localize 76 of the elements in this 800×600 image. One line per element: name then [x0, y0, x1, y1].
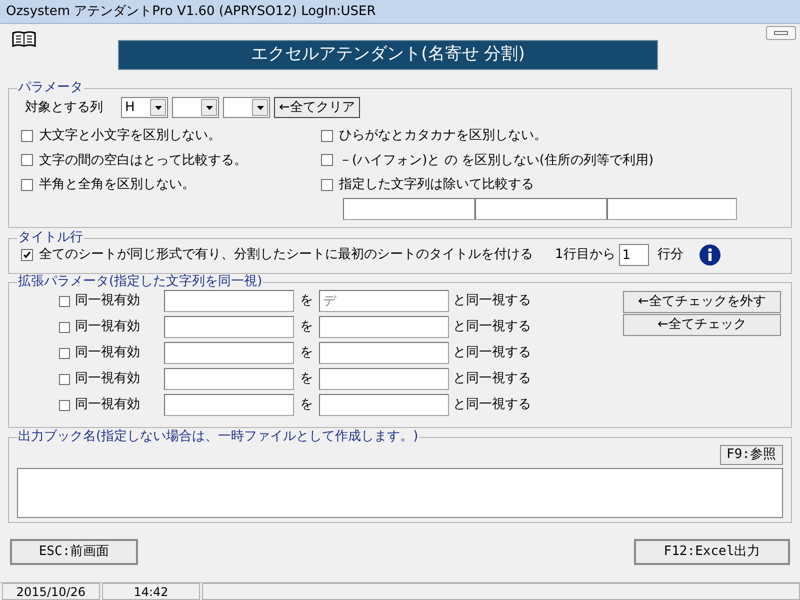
suffix-label: と同一視する [453, 318, 531, 336]
checkmark-icon [23, 251, 31, 259]
text-field[interactable] [164, 342, 294, 364]
window-title: Ozsystem アテンダントPro V1.60 (APRYSO12) LogIn:USER [6, 2, 376, 21]
option-label: ひらがなとカタカナを区別しない。 [339, 127, 547, 145]
output-path-field[interactable] [17, 468, 783, 518]
group-label: パラメータ [17, 80, 84, 96]
group-label: 出力ブック名(指定しない場合は、一時ファイルとして作成します。) [17, 429, 420, 445]
text-field[interactable] [164, 368, 294, 390]
option-label: 同一視有効 [75, 396, 141, 414]
checkbox[interactable] [59, 374, 70, 384]
suffix-label: と同一視する [453, 370, 531, 388]
option-label: 同一視有効 [75, 344, 141, 362]
dropdown-arrow-icon [256, 106, 264, 110]
text-field[interactable] [319, 342, 449, 364]
checkbox[interactable] [321, 178, 333, 191]
text-field[interactable] [319, 368, 449, 390]
header-title: エクセルアテンダント(名寄せ 分割) [251, 43, 525, 66]
suffix-label: と同一視する [453, 396, 531, 414]
group-label: 拡張パラメータ(指定した文字列を同一視) [17, 274, 264, 290]
column-dropdown[interactable] [223, 97, 270, 118]
text-field[interactable] [343, 198, 475, 220]
option-label: 同一視有効 [75, 292, 141, 310]
status-bar-field: 14:42 [102, 583, 200, 600]
checkbox[interactable] [21, 178, 33, 191]
option-label: 同一視有効 [75, 370, 141, 388]
text-field[interactable] [164, 290, 294, 312]
checkbox[interactable] [59, 296, 70, 306]
status-bar-field: 2015/10/26 [2, 583, 100, 600]
dropdown-arrow-icon [154, 106, 162, 110]
clear-button[interactable]: ←全てクリア [274, 97, 360, 118]
checkbox[interactable] [59, 400, 70, 410]
option-label: 同一視有効 [75, 318, 141, 336]
suffix-label: と同一視する [453, 344, 531, 362]
checkbox[interactable] [21, 249, 33, 261]
browse-button[interactable]: F9:参照 [720, 445, 783, 465]
option-label: 文字の間の空白はとって比較する。 [39, 152, 247, 170]
text-field[interactable] [319, 316, 449, 338]
text-field[interactable] [607, 198, 737, 220]
text-field[interactable] [164, 394, 294, 416]
option-label: 大文字と小文字を区別しない。 [39, 127, 221, 145]
checkbox[interactable] [59, 348, 70, 358]
info-icon[interactable] [699, 244, 722, 266]
option-label: 半角と全角を区別しない。 [39, 176, 195, 194]
checkbox[interactable] [21, 154, 33, 166]
option-label: 全てのシートが同じ形式で有り、分割したシートに最初のシートのタイトルを付ける [39, 246, 533, 264]
option-label: －(ハイフォン)と の を区別しない(住所の列等で利用) [339, 152, 654, 170]
book-icon [12, 30, 36, 48]
checkbox[interactable] [321, 130, 333, 142]
connector-label: を [300, 292, 313, 310]
dropdown-arrow-icon [206, 106, 212, 110]
field-label: 行分 [657, 246, 684, 264]
checkbox[interactable] [321, 154, 333, 166]
connector-label: を [300, 318, 313, 336]
column-dropdown[interactable]: H [121, 97, 168, 118]
option-label: 指定した文字列は除いて比較する [339, 176, 534, 194]
text-field[interactable]: デ [319, 290, 449, 312]
field-label: 1行目から [555, 246, 616, 264]
connector-label: を [300, 396, 313, 414]
field-label: 対象とする列 [25, 98, 103, 117]
rows-field[interactable]: 1 [619, 244, 650, 266]
uncheck-all-button[interactable]: ←全てチェックを外す [623, 291, 781, 313]
column-dropdown[interactable] [172, 97, 219, 118]
export-button[interactable]: F12:Excel出力 [634, 539, 790, 565]
check-all-button[interactable]: ←全てチェック [623, 314, 781, 336]
connector-label: を [300, 370, 313, 388]
checkbox[interactable] [21, 130, 33, 142]
suffix-label: と同一視する [453, 292, 531, 310]
text-field[interactable] [319, 394, 449, 416]
connector-label: を [300, 344, 313, 362]
back-button[interactable]: ESC:前画面 [10, 539, 138, 565]
checkbox[interactable] [59, 322, 70, 332]
text-field[interactable] [475, 198, 607, 220]
minimize-button[interactable] [766, 26, 796, 40]
group-label: タイトル行 [17, 230, 84, 246]
text-field[interactable] [164, 316, 294, 338]
